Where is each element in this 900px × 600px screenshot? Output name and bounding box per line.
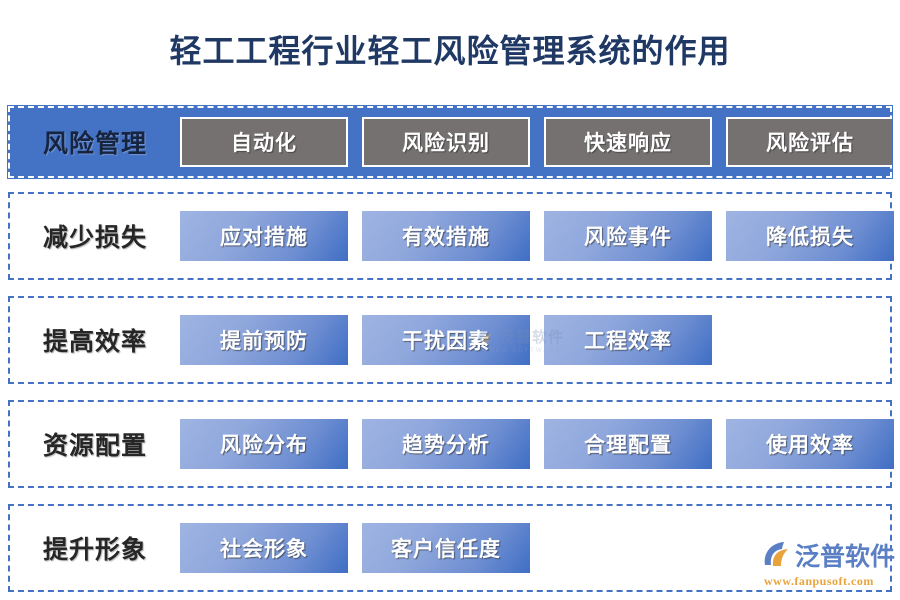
chip-automation[interactable]: 自动化 bbox=[180, 117, 348, 167]
chip-group-resource-allocation: 风险分布 趋势分析 合理配置 使用效率 bbox=[180, 419, 900, 469]
chip-interference-factor[interactable]: 干扰因素 bbox=[362, 315, 530, 365]
row-label-improve-efficiency: 提高效率 bbox=[42, 329, 147, 356]
chip-risk-assessment[interactable]: 风险评估 bbox=[726, 117, 894, 167]
chip-lower-loss[interactable]: 降低损失 bbox=[726, 211, 894, 261]
chip-social-image[interactable]: 社会形象 bbox=[180, 523, 348, 573]
page-title: 轻工工程行业轻工风险管理系统的作用 bbox=[169, 33, 731, 69]
chip-engineering-efficiency[interactable]: 工程效率 bbox=[544, 315, 712, 365]
chip-group-risk-management: 自动化 风险识别 快速响应 风险评估 bbox=[180, 117, 900, 167]
chip-response-measures[interactable]: 应对措施 bbox=[180, 211, 348, 261]
row-label-improve-image: 提升形象 bbox=[42, 537, 147, 564]
row-improve-image: 提升形象 社会形象 客户信任度 bbox=[8, 504, 892, 592]
row-label-reduce-loss: 减少损失 bbox=[42, 225, 147, 252]
chip-group-improve-image: 社会形象 客户信任度 bbox=[180, 523, 890, 573]
chip-risk-identification[interactable]: 风险识别 bbox=[362, 117, 530, 167]
row-risk-management: 风险管理 自动化 风险识别 快速响应 风险评估 bbox=[7, 105, 894, 179]
poster-canvas: 轻工工程行业轻工风险管理系统的作用 风险管理 自动化 风险识别 快速响应 风险评… bbox=[0, 0, 900, 600]
chip-rapid-response[interactable]: 快速响应 bbox=[544, 117, 712, 167]
chip-rational-allocation[interactable]: 合理配置 bbox=[544, 419, 712, 469]
chip-risk-event[interactable]: 风险事件 bbox=[544, 211, 712, 261]
row-reduce-loss: 减少损失 应对措施 有效措施 风险事件 降低损失 bbox=[8, 192, 894, 280]
chip-early-prevention[interactable]: 提前预防 bbox=[180, 315, 348, 365]
chip-risk-distribution[interactable]: 风险分布 bbox=[180, 419, 348, 469]
chip-group-improve-efficiency: 提前预防 干扰因素 工程效率 bbox=[180, 315, 890, 365]
row-improve-efficiency: 提高效率 提前预防 干扰因素 工程效率 bbox=[8, 296, 892, 384]
chip-customer-trust[interactable]: 客户信任度 bbox=[362, 523, 530, 573]
chip-effective-measures[interactable]: 有效措施 bbox=[362, 211, 530, 261]
row-resource-allocation: 资源配置 风险分布 趋势分析 合理配置 使用效率 bbox=[8, 400, 894, 488]
row-label-risk-management: 风险管理 bbox=[42, 131, 147, 158]
row-label-resource-allocation: 资源配置 bbox=[42, 433, 147, 460]
chip-trend-analysis[interactable]: 趋势分析 bbox=[362, 419, 530, 469]
chip-usage-efficiency[interactable]: 使用效率 bbox=[726, 419, 894, 469]
chip-group-reduce-loss: 应对措施 有效措施 风险事件 降低损失 bbox=[180, 211, 900, 261]
